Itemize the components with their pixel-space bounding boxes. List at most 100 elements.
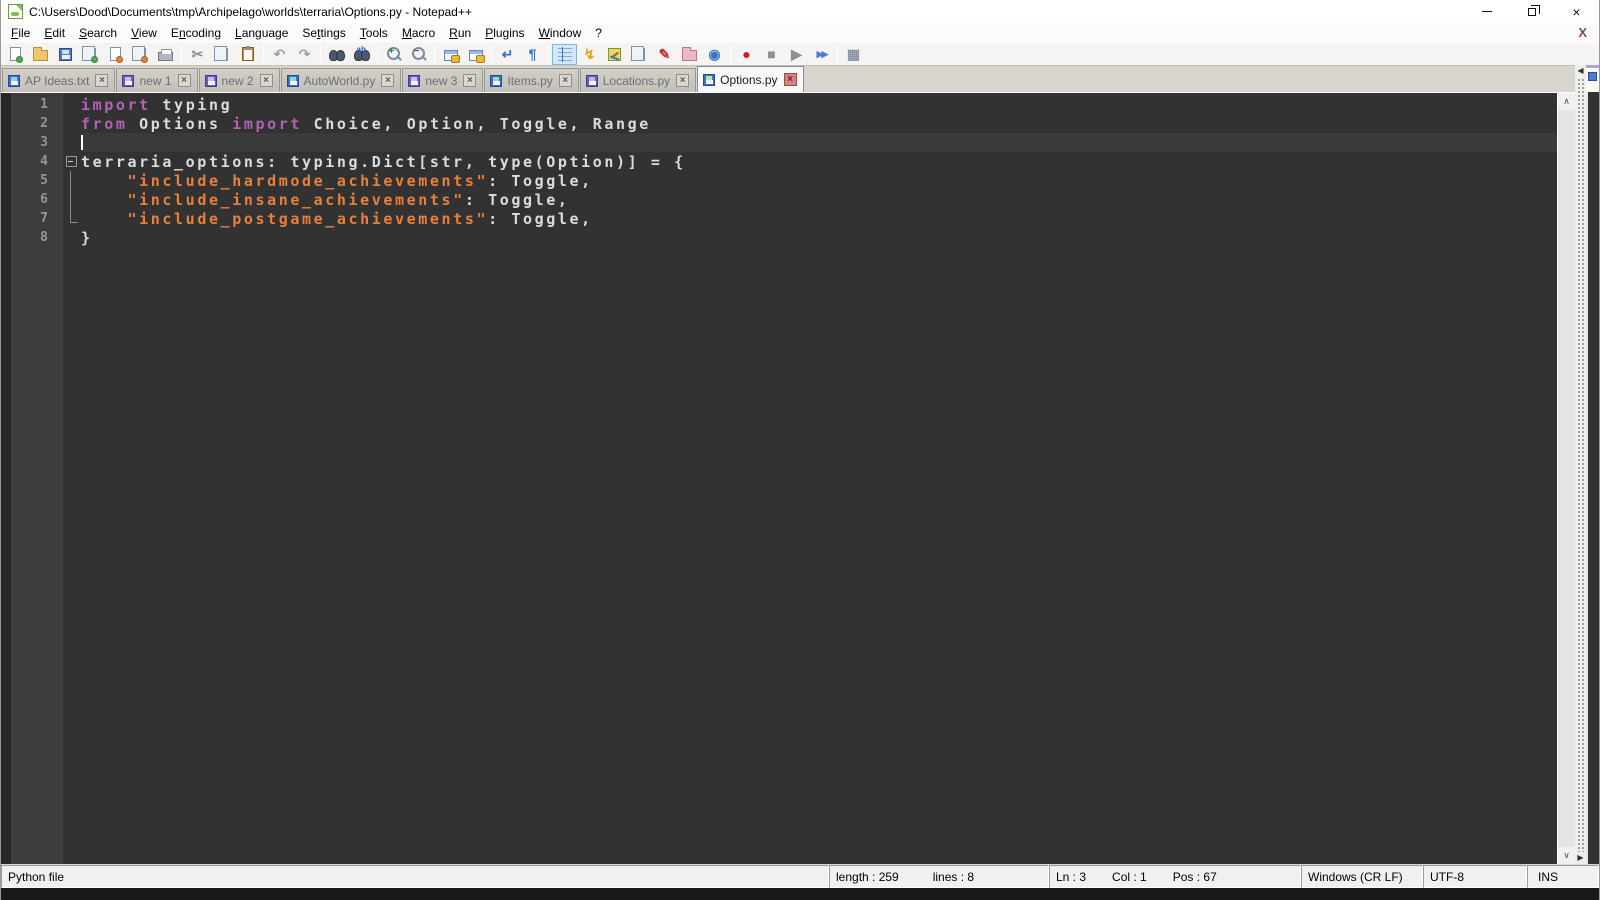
print-icon: [158, 48, 173, 61]
menu-window[interactable]: Window: [532, 24, 589, 42]
minimize-button[interactable]: [1464, 0, 1509, 23]
close-tab-icon[interactable]: ×: [783, 73, 797, 86]
restore-button[interactable]: [1509, 0, 1554, 23]
zoom-out-button[interactable]: −: [406, 44, 431, 65]
redo-button[interactable]: ↷: [292, 44, 317, 65]
line-number: 1: [40, 97, 48, 112]
menu-edit[interactable]: Edit: [37, 24, 72, 42]
indent-guide-button[interactable]: [552, 43, 577, 65]
copy-button[interactable]: [210, 44, 235, 65]
tab-new-3[interactable]: new 3 ×: [402, 68, 484, 92]
tab-new-2[interactable]: new 2 ×: [198, 68, 280, 92]
close-button[interactable]: [103, 44, 128, 65]
editor[interactable]: 1 import typing 2 from Options import Choic…: [1, 92, 1575, 864]
close-tab-icon[interactable]: ×: [463, 74, 477, 87]
splitter-grip[interactable]: [1576, 77, 1585, 852]
replace-icon: ab: [353, 46, 370, 61]
toolbar-separator: [548, 45, 549, 63]
close-tab-icon[interactable]: ×: [177, 74, 191, 87]
sync-vertical-scroll-icon: [443, 49, 460, 63]
function-list-button[interactable]: ↯: [577, 44, 602, 65]
close-tab-icon[interactable]: ×: [558, 74, 572, 87]
folder-as-workspace-button[interactable]: [677, 44, 702, 65]
cut-button[interactable]: ✂: [185, 44, 210, 65]
menu-language[interactable]: Language: [228, 24, 295, 42]
menu-tools[interactable]: Tools: [353, 24, 395, 42]
menu-search[interactable]: Search: [72, 24, 124, 42]
find-button[interactable]: [324, 44, 349, 65]
fold-margin: [63, 95, 81, 114]
document-list-button[interactable]: [627, 44, 652, 65]
close-all-button[interactable]: [128, 44, 153, 65]
close-tab-icon[interactable]: ×: [95, 74, 109, 87]
secondary-view-tab[interactable]: [1586, 65, 1599, 92]
menu-settings[interactable]: Settings: [295, 24, 352, 42]
show-all-characters-icon: ¶: [528, 46, 537, 62]
zoom-in-icon: +: [386, 46, 402, 62]
tab-items-py[interactable]: Items.py ×: [484, 68, 579, 92]
close-button[interactable]: ×: [1554, 0, 1599, 23]
menu-view[interactable]: View: [124, 24, 164, 42]
menu-encoding[interactable]: Encoding: [164, 24, 228, 42]
scroll-down-icon[interactable]: ∨: [1558, 847, 1575, 864]
save-state-icon: [585, 74, 598, 87]
new-file-button[interactable]: [3, 44, 28, 65]
eol-label: Windows (CR LF): [1308, 869, 1403, 884]
tab-locations-py[interactable]: Locations.py ×: [579, 68, 697, 92]
cursor-line: Ln : 3: [1056, 869, 1087, 884]
undo-button[interactable]: ↶: [267, 44, 292, 65]
menu-help[interactable]: ?: [588, 24, 609, 42]
menu-plugins[interactable]: Plugins: [478, 24, 531, 42]
close-tab-icon[interactable]: ×: [259, 74, 273, 87]
monitoring-button[interactable]: ◉: [702, 44, 727, 65]
fold-margin: [63, 228, 81, 247]
word-wrap-button[interactable]: ↵: [495, 44, 520, 65]
show-all-characters-button[interactable]: ¶: [520, 44, 545, 65]
save-state-icon: [408, 74, 421, 87]
vertical-scrollbar[interactable]: ∧ ∨: [1557, 93, 1575, 864]
view-splitter[interactable]: ◀ ▶: [1575, 65, 1586, 864]
fold-margin: [63, 171, 81, 190]
macro-run-multiple-button[interactable]: ▶▶: [809, 44, 834, 65]
line-number: 7: [40, 211, 48, 226]
print-button[interactable]: [153, 44, 178, 65]
zoom-in-button[interactable]: +: [381, 44, 406, 65]
toolbar-separator: [263, 45, 264, 63]
save-button[interactable]: [53, 44, 78, 65]
macro-record-button[interactable]: ●: [734, 44, 759, 65]
sync-vertical-scroll-button[interactable]: [438, 44, 463, 65]
document-list-icon: [631, 45, 645, 61]
menu-run[interactable]: Run: [442, 24, 478, 42]
fold-collapse-icon[interactable]: [63, 152, 81, 171]
macro-save-button[interactable]: ▦: [841, 44, 866, 65]
edit-popup-button[interactable]: ✎: [652, 44, 677, 65]
save-all-icon: [82, 45, 98, 63]
menu-macro[interactable]: Macro: [395, 24, 442, 42]
save-all-button[interactable]: [78, 44, 103, 65]
tab-ap-ideas-txt[interactable]: AP Ideas.txt ×: [2, 68, 116, 92]
status-eol-format: Windows (CR LF): [1301, 865, 1423, 888]
menu-close-document-icon[interactable]: X: [1578, 25, 1587, 40]
tab-options-py[interactable]: Options.py ×: [697, 66, 804, 92]
scroll-up-icon[interactable]: ∧: [1558, 93, 1575, 110]
save-state-icon: [286, 74, 299, 87]
document-map-button[interactable]: [602, 44, 627, 65]
close-tab-icon[interactable]: ×: [676, 74, 690, 87]
paste-button[interactable]: [235, 44, 260, 65]
menu-file[interactable]: File: [4, 24, 37, 42]
secondary-view-editor[interactable]: [1586, 92, 1599, 864]
encoding-label: UTF-8: [1430, 869, 1464, 884]
scrollbar-track[interactable]: [1558, 110, 1575, 847]
insert-mode-label: INS: [1538, 869, 1559, 884]
title-bar: C:\Users\Dood\Documents\tmp\Archipelago\…: [1, 0, 1599, 23]
save-state-icon: [703, 73, 716, 86]
replace-button[interactable]: ab: [349, 44, 374, 65]
sync-horizontal-scroll-button[interactable]: [463, 44, 488, 65]
macro-stop-button[interactable]: ■: [759, 44, 784, 65]
close-tab-icon[interactable]: ×: [381, 74, 395, 87]
macro-play-button[interactable]: ▶: [784, 44, 809, 65]
tab-autoworld-py[interactable]: AutoWorld.py ×: [280, 68, 402, 92]
tab-new-1[interactable]: new 1 ×: [116, 68, 198, 92]
open-file-button[interactable]: [28, 44, 53, 65]
fold-margin: [63, 114, 81, 133]
